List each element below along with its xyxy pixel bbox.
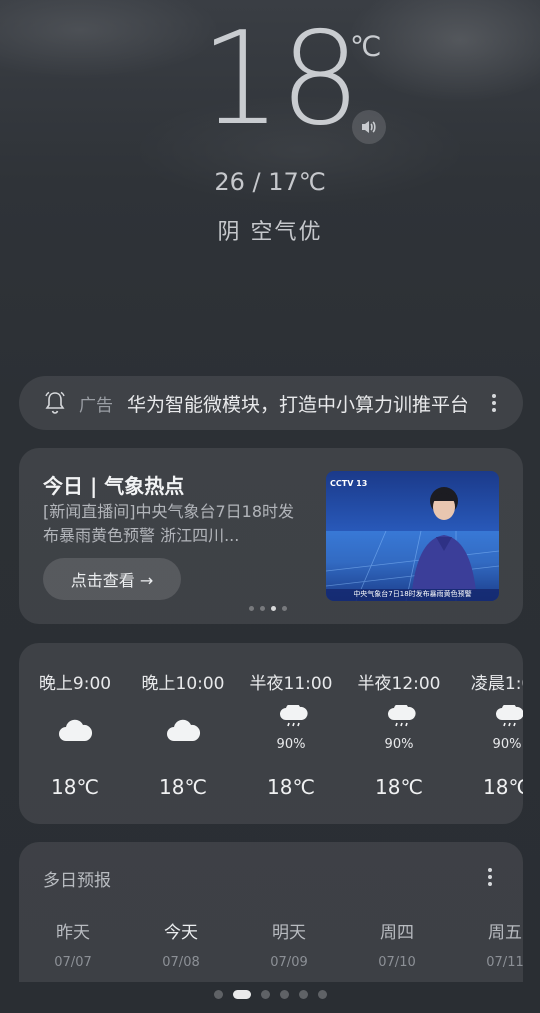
- day-date: 07/10: [378, 955, 416, 970]
- day-date: 07/09: [270, 955, 308, 970]
- view-news-button[interactable]: 点击查看 →: [43, 558, 181, 600]
- news-card[interactable]: 今日 | 气象热点 [新闻直播间]中央气象台7日18时发布暴雨黄色预警 浙江四川…: [19, 448, 523, 624]
- bell-icon: [45, 391, 65, 414]
- day-name: 昨天: [56, 923, 90, 943]
- day-item: 昨天 07/07: [19, 918, 127, 970]
- light-rain-icon: [384, 702, 420, 733]
- hourly-time: 半夜11:00: [249, 674, 333, 694]
- hourly-time: 晚上9:00: [38, 674, 112, 694]
- news-anchor-image: [326, 487, 499, 601]
- hourly-time: 凌晨1:00: [470, 674, 523, 694]
- page-dot[interactable]: [260, 990, 270, 999]
- precipitation-probability: 90%: [384, 737, 414, 752]
- more-vertical-icon[interactable]: [491, 392, 497, 414]
- page-dot[interactable]: [279, 990, 289, 999]
- cctv-logo: CCTV 13: [330, 479, 368, 488]
- news-carousel-indicator: [249, 606, 287, 611]
- hourly-temperature: 18℃: [483, 775, 523, 799]
- day-date: 07/08: [162, 955, 200, 970]
- day-name: 周五: [488, 923, 522, 943]
- ad-text[interactable]: 华为智能微模块，打造中小算力训推平台: [127, 390, 467, 417]
- weather-condition: 阴 空气优: [217, 220, 323, 245]
- cloudy-icon: [165, 717, 201, 745]
- carousel-dot: [282, 606, 287, 611]
- hourly-temperature: 18℃: [267, 775, 315, 799]
- page-dot[interactable]: [317, 990, 327, 999]
- carousel-dot: [271, 606, 276, 611]
- news-body: [新闻直播间]中央气象台7日18时发布暴雨黄色预警 浙江四川...: [43, 502, 295, 545]
- page-dot[interactable]: [298, 990, 308, 999]
- day-item: 今天 07/08: [127, 918, 235, 970]
- hourly-time: 晚上10:00: [141, 674, 225, 694]
- light-rain-icon: [276, 702, 312, 733]
- news-thumbnail[interactable]: CCTV 13 中央气象台7日18时发布暴雨黄色预警: [326, 471, 499, 601]
- more-vertical-icon[interactable]: [487, 866, 493, 888]
- news-title: 今日 | 气象热点: [43, 474, 185, 498]
- current-temperature: 18: [200, 5, 361, 154]
- day-name: 今天: [164, 923, 198, 943]
- hourly-temperature: 18℃: [51, 775, 99, 799]
- page-dot[interactable]: [232, 990, 251, 999]
- day-name: 周四: [380, 923, 414, 943]
- precipitation-probability: 90%: [276, 737, 306, 752]
- page-dot[interactable]: [213, 990, 223, 999]
- precipitation-probability: 90%: [492, 737, 522, 752]
- day-date: 07/07: [54, 955, 92, 970]
- carousel-dot: [249, 606, 254, 611]
- carousel-dot: [260, 606, 265, 611]
- temperature-unit: ℃: [350, 30, 382, 63]
- hourly-temperature: 18℃: [375, 775, 423, 799]
- multi-day-forecast-card[interactable]: 多日预报 昨天 07/07 今天 07/08 明天 07/09 周四 07/10 周五 07/11: [19, 842, 523, 982]
- hourly-time: 半夜12:00: [357, 674, 441, 694]
- day-date: 07/11: [486, 955, 523, 970]
- hourly-temperature: 18℃: [159, 775, 207, 799]
- speaker-icon: [362, 121, 376, 133]
- day-name: 明天: [272, 923, 306, 943]
- temperature-range: 26 / 17℃: [214, 168, 326, 196]
- cloudy-icon: [57, 717, 93, 745]
- multi-day-title: 多日预报: [43, 871, 111, 891]
- hourly-forecast-card[interactable]: 晚上9:00 18℃ 晚上10:00 18℃ 半夜11:00 90% 18℃ 半夜12:00 9…: [19, 643, 523, 824]
- voice-broadcast-button[interactable]: [352, 110, 386, 144]
- day-item: 周四 07/10: [343, 918, 451, 970]
- light-rain-icon: [492, 702, 523, 733]
- day-item: 周五 07/11: [451, 918, 523, 970]
- ad-banner[interactable]: 广告 华为智能微模块，打造中小算力训推平台: [19, 376, 523, 430]
- ad-tag: 广告: [79, 395, 113, 416]
- page-indicator: [0, 990, 540, 999]
- news-image-caption: 中央气象台7日18时发布暴雨黄色预警: [353, 590, 472, 598]
- day-item: 明天 07/09: [235, 918, 343, 970]
